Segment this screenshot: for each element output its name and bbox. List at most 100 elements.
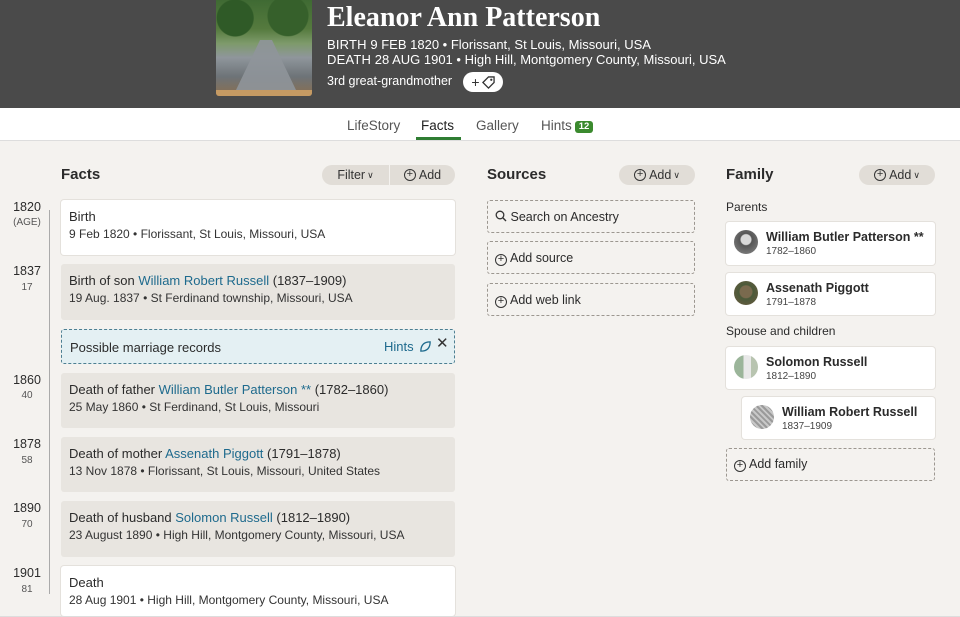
- plus-circle-icon: +: [495, 254, 507, 266]
- timeline-age: 17: [21, 282, 33, 293]
- family-member-name: William Butler Patterson **: [766, 230, 924, 244]
- family-member-dates: 1782–1860: [766, 246, 817, 257]
- person-link[interactable]: William Butler Patterson **: [159, 382, 311, 397]
- timeline-year: 1837: [13, 264, 41, 278]
- fact-title: Death of father William Butler Patterson…: [69, 382, 447, 397]
- timeline-year: 1890: [13, 501, 41, 515]
- spouse-children-label: Spouse and children: [726, 324, 836, 338]
- fact-detail: 13 Nov 1878 • Florissant, St Louis, Miss…: [69, 464, 381, 478]
- fact-detail: 9 Feb 1820 • Florissant, St Louis, Misso…: [69, 227, 326, 241]
- tab-hints[interactable]: Hints 12: [541, 118, 594, 133]
- tab-facts[interactable]: Facts: [421, 118, 454, 133]
- fact-card-death-of-father[interactable]: Death of father William Butler Patterson…: [61, 373, 455, 428]
- add-family-menu-button[interactable]: + Add ∨: [859, 165, 935, 185]
- fact-title: Death of husband Solomon Russell (1812–1…: [69, 510, 447, 525]
- active-tab-indicator: [416, 137, 461, 140]
- family-member-name: Solomon Russell: [766, 355, 868, 369]
- add-family-button[interactable]: + Add family: [726, 448, 935, 481]
- family-member-dates: 1837–1909: [782, 421, 833, 432]
- close-icon[interactable]: ✕: [436, 334, 449, 352]
- parents-label: Parents: [726, 200, 768, 214]
- tag-icon: [481, 75, 495, 89]
- fact-title-prefix: Death of father: [69, 382, 159, 397]
- person-name: Eleanor Ann Patterson: [327, 2, 601, 33]
- fact-detail: 19 Aug. 1837 • St Ferdinand township, Mi…: [69, 291, 353, 305]
- tab-lifestory[interactable]: LifeStory: [347, 118, 400, 133]
- timeline-age: 81: [21, 584, 33, 595]
- fact-card-death[interactable]: Death 28 Aug 1901 • High Hill, Montgomer…: [61, 566, 455, 616]
- sources-title: Sources: [487, 166, 547, 183]
- fact-title: Birth: [69, 209, 96, 224]
- fact-detail: 25 May 1860 • St Ferdinand, St Louis, Mi…: [69, 400, 320, 414]
- timeline-age: 40: [21, 390, 33, 401]
- family-member-name: Assenath Piggott: [766, 281, 869, 295]
- plus-circle-icon: +: [874, 169, 887, 181]
- fact-title-prefix: Birth of son: [69, 273, 139, 288]
- fact-card-birth[interactable]: Birth 9 Feb 1820 • Florissant, St Louis,…: [61, 200, 455, 255]
- tab-gallery[interactable]: Gallery: [476, 118, 519, 133]
- death-value: 28 AUG 1901 • High Hill, Montgomery Coun…: [374, 52, 726, 67]
- relationship-label: 3rd great-grandmother: [327, 74, 453, 88]
- add-source-button[interactable]: + Add source: [487, 241, 695, 274]
- hint-card[interactable]: Possible marriage records Hints ✕: [61, 329, 455, 364]
- hint-text: Possible marriage records: [70, 340, 222, 355]
- family-card-spouse[interactable]: Solomon Russell 1812–1890: [726, 347, 935, 389]
- add-web-link-label: Add web link: [510, 293, 581, 307]
- death-summary: DEATH 28 AUG 1901 • High Hill, Montgomer…: [327, 52, 726, 67]
- search-icon: [495, 210, 507, 222]
- add-family-menu-label: Add: [889, 168, 912, 182]
- avatar: [734, 355, 758, 379]
- plus-circle-icon: +: [495, 296, 507, 308]
- chevron-down-icon: ∨: [673, 169, 680, 180]
- plus-circle-icon: +: [634, 169, 647, 181]
- search-on-ancestry-label: Search on Ancestry: [510, 210, 619, 224]
- timeline-year: 1901: [13, 566, 41, 580]
- family-card-mother[interactable]: Assenath Piggott 1791–1878: [726, 273, 935, 315]
- plus-icon: +: [471, 74, 480, 90]
- plus-circle-icon: +: [734, 460, 746, 472]
- add-fact-button[interactable]: + Add: [390, 165, 455, 185]
- family-member-dates: 1791–1878: [766, 297, 817, 308]
- fact-card-death-of-mother[interactable]: Death of mother Assenath Piggott (1791–1…: [61, 437, 455, 492]
- fact-title-prefix: Death of husband: [69, 510, 176, 525]
- family-card-father[interactable]: William Butler Patterson ** 1782–1860: [726, 222, 935, 265]
- facts-title: Facts: [61, 166, 101, 183]
- tab-hints-label: Hints: [541, 118, 572, 133]
- family-member-name: William Robert Russell: [782, 405, 918, 419]
- person-link[interactable]: William Robert Russell: [138, 273, 269, 288]
- add-tag-button[interactable]: +: [463, 72, 503, 92]
- person-header: Eleanor Ann Patterson BIRTH 9 FEB 1820 •…: [0, 0, 960, 108]
- hints-link-label: Hints: [384, 339, 414, 354]
- person-link[interactable]: Assenath Piggott: [165, 446, 263, 461]
- fact-title-suffix: (1791–1878): [263, 446, 341, 461]
- timeline-year: 1860: [13, 373, 41, 387]
- add-source-menu-label: Add: [649, 168, 672, 182]
- fact-card-death-of-husband[interactable]: Death of husband Solomon Russell (1812–1…: [61, 501, 455, 557]
- fact-card-birth-of-son[interactable]: Birth of son William Robert Russell (183…: [61, 264, 455, 320]
- chevron-down-icon: ∨: [367, 169, 374, 180]
- fact-title-prefix: Death of mother: [69, 446, 166, 461]
- profile-photo[interactable]: [216, 0, 312, 96]
- hints-link[interactable]: Hints: [384, 339, 432, 354]
- add-source-label: Add source: [510, 251, 574, 265]
- person-link[interactable]: Solomon Russell: [175, 510, 273, 525]
- search-on-ancestry-button[interactable]: Search on Ancestry: [487, 200, 695, 233]
- avatar: [734, 230, 758, 254]
- birth-value: 9 FEB 1820 • Florissant, St Louis, Misso…: [370, 37, 651, 52]
- chevron-down-icon: ∨: [913, 169, 920, 180]
- add-web-link-button[interactable]: + Add web link: [487, 283, 695, 316]
- add-family-label: Add family: [749, 457, 808, 471]
- filter-label: Filter: [337, 168, 366, 182]
- leaf-icon: [420, 341, 432, 352]
- timeline-age: (AGE): [13, 217, 41, 228]
- filter-button[interactable]: Filter ∨: [322, 165, 389, 185]
- timeline-year: 1820: [13, 200, 41, 214]
- fact-detail: 28 Aug 1901 • High Hill, Montgomery Coun…: [69, 593, 389, 607]
- timeline-age: 70: [21, 519, 33, 530]
- birth-label: BIRTH: [327, 37, 367, 52]
- add-source-menu-button[interactable]: + Add ∨: [619, 165, 695, 185]
- timeline-year: 1878: [13, 437, 41, 451]
- family-member-dates: 1812–1890: [766, 371, 817, 382]
- fact-detail: 23 August 1890 • High Hill, Montgomery C…: [69, 528, 405, 542]
- family-card-child[interactable]: William Robert Russell 1837–1909: [742, 397, 935, 439]
